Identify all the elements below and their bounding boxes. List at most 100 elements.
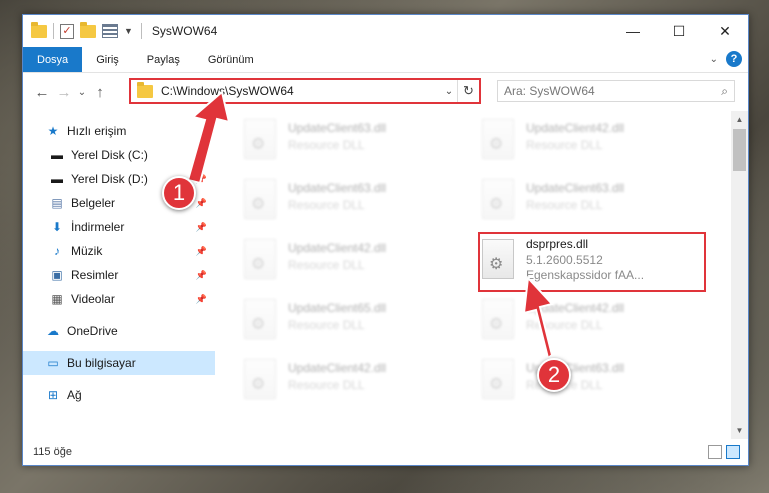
expand-ribbon-chevron-icon[interactable]: ⌄: [710, 54, 718, 65]
tiles-view-icon[interactable]: [726, 445, 740, 459]
dll-file-icon: [482, 299, 514, 339]
drive-icon: ▬: [51, 172, 63, 186]
pin-icon[interactable]: 📌: [196, 246, 207, 257]
drive-icon: ▬: [51, 148, 63, 162]
sidebar-item-videos[interactable]: ▦ Videolar 📌: [23, 287, 215, 311]
view-properties-icon[interactable]: [102, 24, 118, 38]
network-icon: ⊞: [47, 388, 59, 402]
file-item[interactable]: UpdateClient65.dll Resource DLL: [244, 295, 474, 345]
file-description: Resource DLL: [526, 138, 603, 152]
file-item[interactable]: UpdateClient63.dll Resource DLL: [482, 355, 712, 405]
minimize-button[interactable]: —: [610, 15, 656, 47]
sidebar-item-this-pc[interactable]: ▭ Bu bilgisayar: [23, 351, 215, 375]
sidebar-item-label: Müzik: [71, 244, 103, 258]
file-item[interactable]: UpdateClient42.dll Resource DLL: [482, 115, 712, 165]
scroll-down-arrow-icon[interactable]: ▼: [731, 422, 748, 439]
file-name: UpdateClient42.dll: [526, 301, 625, 315]
address-folder-icon: [137, 81, 153, 98]
sidebar-item-pictures[interactable]: ▣ Resimler 📌: [23, 263, 215, 287]
navigation-bar: ← → ⌄ ↑ C:\Windows\SysWOW64 ⌄ ↻ Ara: Sys…: [23, 73, 748, 111]
tab-home[interactable]: Giriş: [82, 47, 133, 72]
file-name: UpdateClient63.dll: [288, 181, 387, 195]
star-icon: ★: [47, 124, 59, 138]
file-item[interactable]: UpdateClient42.dll Resource DLL: [244, 355, 474, 405]
file-item[interactable]: UpdateClient63.dll Resource DLL: [244, 115, 474, 165]
explorer-window: ✓ ▼ SysWOW64 — ☐ ✕ Dosya Giriş Paylaş Gö…: [22, 14, 749, 466]
dll-file-icon: [244, 299, 276, 339]
dll-file-icon: [244, 119, 276, 159]
computer-icon: ▭: [47, 356, 59, 370]
file-name: UpdateClient65.dll: [288, 301, 387, 315]
refresh-icon[interactable]: ↻: [457, 80, 479, 102]
pin-icon[interactable]: 📌: [196, 294, 207, 305]
sidebar-item-label: Bu bilgisayar: [67, 356, 136, 370]
title-bar: ✓ ▼ SysWOW64 — ☐ ✕: [23, 15, 748, 47]
file-name: UpdateClient42.dll: [288, 361, 387, 375]
back-arrow-icon[interactable]: ←: [31, 84, 53, 101]
file-description: Resource DLL: [526, 198, 603, 212]
pin-icon[interactable]: 📌: [196, 222, 207, 233]
content-area: ★ Hızlı erişim ▬ Yerel Disk (C:) 📌 ▬ Yer…: [23, 111, 748, 439]
pin-icon[interactable]: 📌: [196, 174, 207, 185]
file-item[interactable]: UpdateClient42.dll Resource DLL: [482, 295, 712, 345]
tab-view[interactable]: Görünüm: [194, 47, 268, 72]
title-separator: [140, 23, 142, 39]
scroll-up-arrow-icon[interactable]: ▲: [731, 111, 748, 128]
file-item[interactable]: UpdateClient42.dll Resource DLL: [244, 235, 474, 285]
dll-file-icon: [244, 359, 276, 399]
file-item[interactable]: UpdateClient63.dll Resource DLL: [482, 175, 712, 225]
help-icon[interactable]: ?: [726, 51, 742, 67]
file-item[interactable]: UpdateClient63.dll Resource DLL: [244, 175, 474, 225]
sidebar-item-label: Ağ: [67, 388, 82, 402]
recent-locations-chevron-icon[interactable]: ⌄: [75, 87, 89, 98]
new-folder-icon[interactable]: [80, 21, 96, 38]
tab-share[interactable]: Paylaş: [133, 47, 194, 72]
address-dropdown-chevron-icon[interactable]: ⌄: [441, 86, 457, 97]
customize-toolbar-dropdown-icon[interactable]: ▼: [124, 26, 133, 36]
file-description: Resource DLL: [288, 378, 365, 392]
sidebar-item-onedrive[interactable]: ☁ OneDrive: [23, 319, 215, 343]
details-view-icon[interactable]: [708, 445, 722, 459]
scroll-thumb[interactable]: [733, 129, 746, 171]
up-arrow-icon[interactable]: ↑: [89, 84, 111, 101]
callout-badge-2: 2: [537, 358, 571, 392]
pin-icon[interactable]: 📌: [196, 150, 207, 161]
window-title: SysWOW64: [151, 24, 218, 38]
music-icon: ♪: [54, 244, 60, 258]
folder-icon: [31, 21, 47, 38]
sidebar-item-downloads[interactable]: ⬇ İndirmeler 📌: [23, 215, 215, 239]
toolbar-separator: [53, 23, 54, 39]
file-name: UpdateClient42.dll: [288, 241, 387, 255]
forward-arrow-icon[interactable]: →: [53, 84, 75, 101]
tab-file[interactable]: Dosya: [23, 47, 83, 72]
download-icon: ⬇: [51, 220, 63, 234]
pin-icon[interactable]: 📌: [196, 198, 207, 209]
sidebar-item-label: Videolar: [71, 292, 115, 306]
address-path[interactable]: C:\Windows\SysWOW64: [161, 84, 441, 98]
vertical-scrollbar[interactable]: ▲ ▼: [731, 111, 748, 439]
sidebar-item-local-disk-c[interactable]: ▬ Yerel Disk (C:) 📌: [23, 143, 215, 167]
sidebar-item-network[interactable]: ⊞ Ağ: [23, 383, 215, 407]
search-box[interactable]: Ara: SysWOW64 ⌕: [497, 80, 735, 102]
item-count: 115 öğe: [33, 446, 72, 458]
close-button[interactable]: ✕: [702, 15, 748, 47]
picture-icon: ▣: [51, 268, 63, 282]
quick-access-toolbar: ✓ ▼: [23, 21, 133, 39]
navigation-pane: ★ Hızlı erişim ▬ Yerel Disk (C:) 📌 ▬ Yer…: [23, 111, 215, 439]
sidebar-item-quick-access[interactable]: ★ Hızlı erişim: [23, 119, 215, 143]
ribbon-tabs: Dosya Giriş Paylaş Görünüm ⌄ ?: [23, 47, 748, 73]
properties-check-icon[interactable]: ✓: [60, 23, 74, 39]
video-icon: ▦: [51, 292, 63, 306]
search-input[interactable]: Ara: SysWOW64: [504, 84, 721, 98]
sidebar-item-label: OneDrive: [67, 324, 118, 338]
dll-file-icon: [244, 179, 276, 219]
maximize-button[interactable]: ☐: [656, 15, 702, 47]
sidebar-item-music[interactable]: ♪ Müzik 📌: [23, 239, 215, 263]
sidebar-item-label: İndirmeler: [71, 220, 125, 234]
sidebar-item-label: Resimler: [71, 268, 119, 282]
pin-icon[interactable]: 📌: [196, 270, 207, 281]
address-bar[interactable]: C:\Windows\SysWOW64 ⌄ ↻: [129, 78, 481, 104]
dll-file-icon: [244, 239, 276, 279]
file-name: UpdateClient42.dll: [526, 121, 625, 135]
cloud-icon: ☁: [47, 324, 59, 338]
